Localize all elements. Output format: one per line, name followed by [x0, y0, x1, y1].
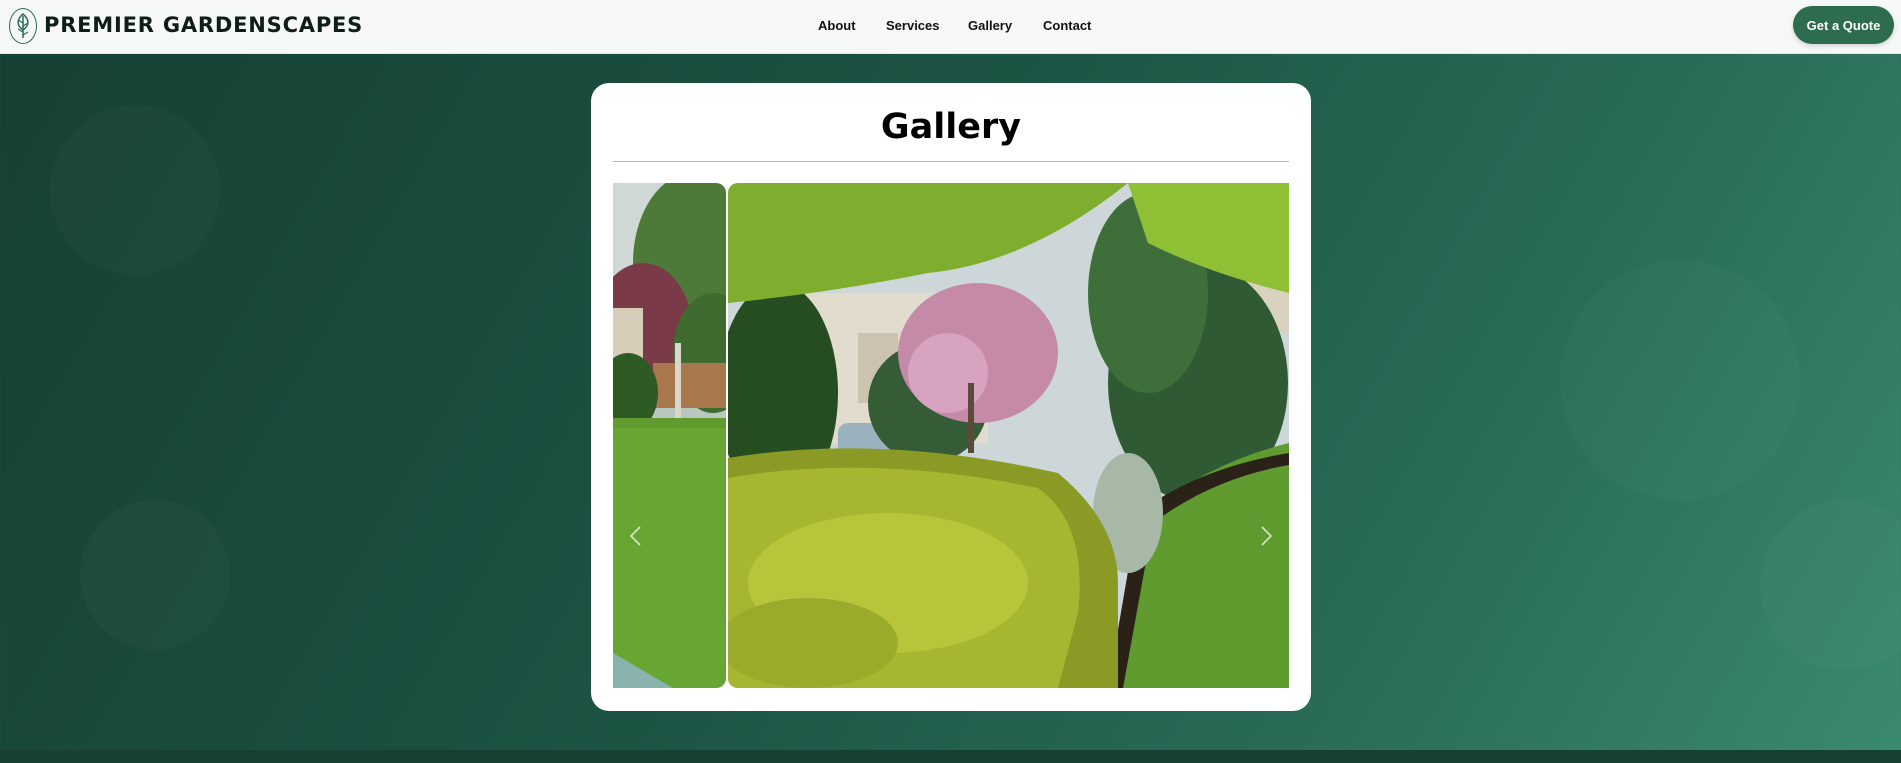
carousel-prev-button[interactable] [621, 522, 649, 550]
garden-photo-lawn [613, 183, 726, 688]
gallery-title: Gallery [880, 107, 1022, 147]
nav-link-about[interactable]: About [818, 16, 856, 36]
footer-edge [0, 750, 1901, 763]
gallery-card: Gallery [591, 83, 1311, 711]
chevron-left-icon [629, 526, 641, 546]
gallery-slide-active[interactable] [728, 183, 1289, 688]
gallery-slide-previous[interactable] [613, 183, 726, 688]
gallery-carousel[interactable] [613, 183, 1289, 688]
nav-link-gallery[interactable]: Gallery [968, 16, 1012, 36]
garden-photo-shrubs [728, 183, 1289, 688]
background-decoration [1760, 500, 1901, 670]
nav-link-services[interactable]: Services [886, 16, 940, 36]
nav-link-contact[interactable]: Contact [1043, 16, 1091, 36]
chevron-right-icon [1261, 526, 1273, 546]
background-decoration [1560, 260, 1800, 500]
site-header: PREMIER GARDENSCAPES About Services Gall… [0, 0, 1901, 54]
main-nav: About Services Gallery Contact [0, 16, 1901, 38]
get-a-quote-button[interactable]: Get a Quote [1793, 6, 1894, 44]
background-decoration [80, 500, 230, 650]
carousel-next-button[interactable] [1253, 522, 1281, 550]
title-divider [613, 161, 1289, 162]
background-decoration [50, 105, 220, 275]
